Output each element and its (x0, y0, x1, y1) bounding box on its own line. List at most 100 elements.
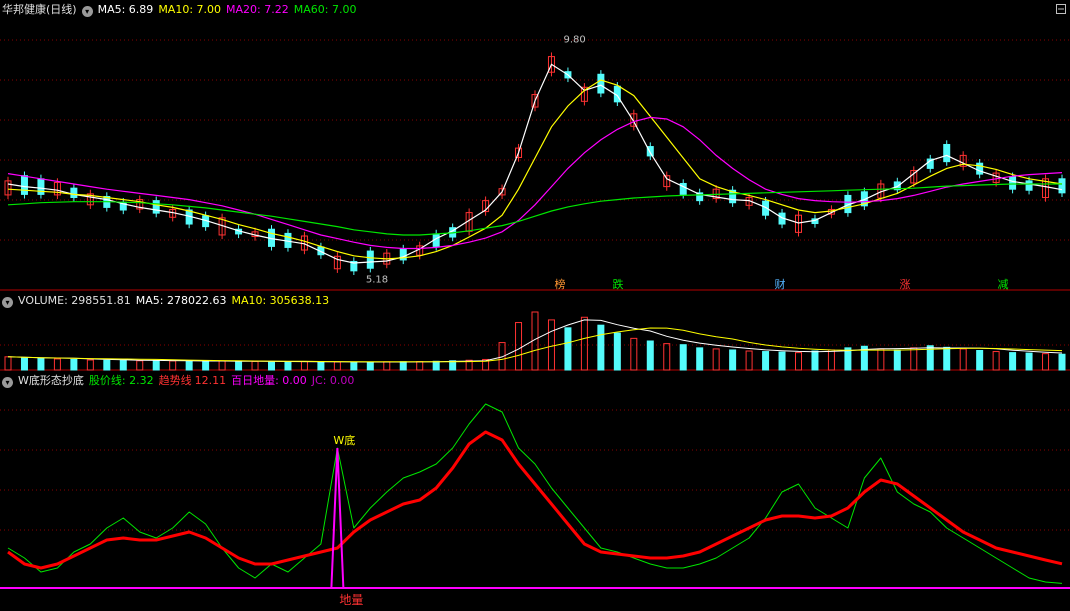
w-bottom-label: W底 (333, 433, 355, 447)
volume-bar (300, 361, 308, 371)
volume-ma5: MA5: 278022.63 (135, 294, 227, 307)
volume-bar (383, 361, 391, 371)
volume-bar (712, 348, 720, 371)
volume-bar (778, 351, 786, 371)
candle-body (70, 187, 78, 199)
volume-bar (1058, 353, 1066, 371)
volume-bar (1025, 352, 1033, 371)
volume-bar (745, 350, 753, 371)
volume-bar (827, 349, 835, 371)
event-tag: 财 (775, 277, 786, 291)
volume-ma-line (7, 327, 1063, 363)
volume-bar (943, 346, 951, 371)
volume-bar (696, 347, 704, 371)
ground-volume-value: 百日地量: 0.00 (231, 374, 307, 387)
trend-line-value: 12.11 (194, 374, 227, 387)
volume-bar (70, 358, 78, 371)
ma-line-ma60 (7, 183, 1062, 236)
event-tag: 跌 (613, 277, 624, 291)
volume-bar (333, 361, 341, 371)
volume-bar (515, 322, 523, 371)
indicator-header: ▾ W底形态抄底 股价线: 2.32 趋势线 12.11 百日地量: 0.00 JC: 0.… (2, 374, 359, 388)
event-tag: 减 (998, 278, 1009, 291)
ma-line-ma20 (7, 116, 1063, 250)
volume-bar (37, 357, 45, 371)
volume-bar (185, 360, 193, 371)
volume-bar (1009, 352, 1017, 371)
indicator-name: W底形态抄底 (18, 374, 84, 387)
volume-bar (613, 332, 621, 371)
candle-body (1058, 178, 1066, 194)
event-tag: 涨 (900, 278, 911, 291)
indicator-line (7, 403, 1063, 584)
volume-bar (251, 360, 259, 371)
volume-bar (564, 327, 572, 371)
candle-body (366, 250, 374, 269)
volume-bar (679, 344, 687, 371)
volume-bar (119, 360, 127, 371)
volume-bar (729, 349, 737, 371)
volume-header: ▾ VOLUME: 298551.81 MA5: 278022.63 MA10: 30… (2, 294, 334, 308)
volume-bar (284, 361, 292, 371)
candle-body (20, 175, 28, 195)
main-header: 华邦健康(日线) ▾ MA5: 6.89 MA10: 7.00 MA20: 7.22 MA… (2, 3, 361, 17)
volume-bar (795, 352, 802, 371)
volume-bar (152, 360, 160, 371)
volume-bar (1042, 353, 1050, 371)
candle-body (1009, 176, 1017, 190)
ma5-value: MA5: 6.89 (97, 3, 154, 16)
volume-bar (317, 361, 325, 371)
volume-dropdown-icon[interactable]: ▾ (2, 297, 13, 308)
volume-bar (762, 351, 770, 371)
volume-bar (646, 340, 654, 371)
volume-bar (663, 343, 671, 371)
candle-body (37, 178, 45, 195)
price-line-value: 股价线: 2.32 (88, 374, 154, 387)
volume-value: VOLUME: 298551.81 (18, 294, 131, 307)
dropdown-icon[interactable]: ▾ (81, 6, 93, 17)
ma10-value: MA10: 7.00 (158, 3, 222, 16)
volume-bar (877, 348, 885, 371)
ma20-value: MA20: 7.22 (226, 3, 289, 16)
candle-body (943, 143, 951, 163)
jc-value: JC: 0.00 (311, 374, 355, 387)
volume-bar (992, 351, 1000, 371)
volume-bar (268, 361, 275, 371)
candle-body (152, 200, 160, 214)
stock-title: 华邦健康(日线) (2, 3, 77, 16)
volume-bar (416, 361, 424, 371)
ground-volume-label: 地量 (339, 593, 363, 607)
volume-bar (399, 361, 407, 371)
window-corner-icon[interactable] (1056, 4, 1066, 14)
volume-bar (976, 349, 984, 371)
candle-body (597, 73, 605, 94)
volume-bar (893, 349, 901, 371)
volume-ma10: MA10: 305638.13 (231, 294, 330, 307)
event-tag: 榜 (555, 277, 566, 291)
volume-bar (218, 360, 226, 371)
trend-line-name: 趋势线 (158, 374, 192, 387)
volume-bar (630, 337, 638, 371)
volume-bar (910, 347, 918, 371)
candle-body (1025, 180, 1033, 191)
volume-bar (4, 356, 12, 371)
indicator-dropdown-icon[interactable]: ▾ (2, 377, 13, 388)
volume-bar (103, 359, 111, 371)
volume-bar (580, 316, 588, 371)
volume-bar (350, 361, 358, 371)
volume-bar (235, 361, 243, 371)
volume-bar (547, 319, 555, 371)
volume-bar (959, 348, 967, 371)
high-price-label: 9.80 (563, 34, 585, 45)
volume-ma-line (7, 319, 1063, 363)
volume-bar (53, 358, 61, 371)
candle-body (976, 162, 984, 175)
volume-bar (169, 360, 177, 371)
volume-bar (811, 350, 819, 371)
volume-bar (597, 324, 605, 371)
volume-bar (202, 360, 210, 371)
volume-bar (366, 361, 374, 371)
volume-bar (86, 359, 94, 371)
volume-bar (136, 360, 144, 371)
indicator-line (7, 430, 1063, 570)
